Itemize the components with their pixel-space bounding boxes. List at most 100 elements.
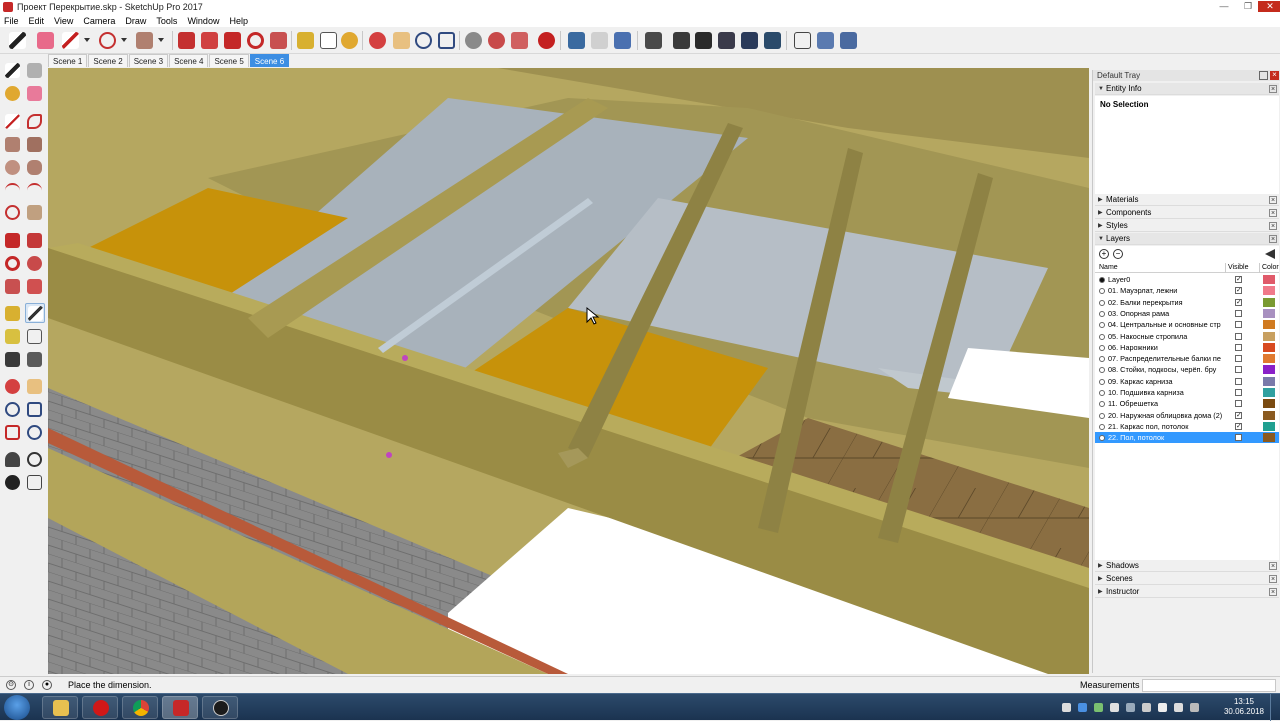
tray-network-icon[interactable] (1174, 703, 1183, 712)
taskbar-sketchup[interactable] (162, 696, 198, 719)
info-icon[interactable]: i (24, 680, 34, 690)
layer-color-swatch[interactable] (1263, 354, 1275, 364)
pan-tool-icon[interactable] (393, 32, 410, 49)
tray-volume-icon[interactable] (1158, 703, 1167, 712)
layer-name[interactable]: 10. Подшивка карниза (1108, 387, 1222, 398)
layer-color-swatch[interactable] (1263, 320, 1275, 330)
visible-checkbox[interactable]: ✓ (1235, 422, 1242, 430)
layer-row[interactable]: 06. Нарожники (1095, 342, 1279, 353)
menu-tools[interactable]: Tools (156, 16, 177, 26)
layer-row[interactable]: 01. Мауэрлат, лежни ✓ (1095, 285, 1279, 296)
minimize-button[interactable]: — (1212, 1, 1236, 12)
layer-color-swatch[interactable] (1263, 421, 1275, 431)
dimension-tool-icon[interactable] (28, 306, 43, 321)
text-tool-icon[interactable] (27, 329, 42, 344)
layer-name[interactable]: 08. Стойки, подкосы, черёп. бру (1108, 364, 1222, 375)
extension-manager-icon[interactable] (538, 32, 555, 49)
top-view-icon[interactable] (817, 32, 834, 49)
three-point-arc-icon[interactable] (5, 205, 20, 220)
rectangle-tool-icon[interactable] (136, 32, 153, 49)
layer-row[interactable]: 05. Накосные стропила (1095, 331, 1279, 342)
system-clock[interactable]: 13:15 30.06.2018 (1222, 697, 1266, 717)
layer-row[interactable]: 10. Подшивка карниза (1095, 387, 1279, 398)
push-pull-tool-icon[interactable] (27, 233, 42, 248)
layer-row[interactable]: 02. Балки перекрытия ✓ (1095, 297, 1279, 308)
visible-checkbox[interactable]: ✓ (1235, 276, 1242, 283)
pan-tool-icon[interactable] (27, 379, 42, 394)
active-layer-radio[interactable] (1099, 390, 1105, 396)
active-layer-radio[interactable] (1099, 344, 1105, 351)
active-layer-radio[interactable] (1099, 322, 1105, 329)
layer-color-swatch[interactable] (1263, 297, 1275, 307)
menu-help[interactable]: Help (229, 16, 248, 26)
xray-style-icon[interactable] (645, 32, 662, 49)
monochrome-style-icon[interactable] (764, 32, 781, 49)
visible-checkbox[interactable]: ✓ (1235, 298, 1242, 306)
active-layer-radio[interactable] (1099, 367, 1105, 374)
layer-color-swatch[interactable] (1263, 365, 1275, 375)
layer-row[interactable]: Layer0 ✓ (1095, 274, 1279, 285)
layer-row[interactable]: 21. Каркас пол, потолок ✓ (1095, 421, 1279, 432)
layer-name[interactable]: 03. Опорная рама (1108, 308, 1222, 319)
layer-row[interactable]: 07. Распределительные балки пе (1095, 353, 1279, 364)
close-icon[interactable]: × (1269, 222, 1277, 230)
active-layer-radio[interactable] (1099, 423, 1105, 430)
column-name[interactable]: Name (1099, 263, 1118, 273)
layer-name[interactable]: 04. Центральные и основные стр (1108, 319, 1222, 330)
previous-view-icon[interactable] (27, 425, 42, 440)
active-layer-radio[interactable] (1099, 412, 1105, 419)
visible-checkbox[interactable] (1235, 309, 1242, 317)
entity-info-header[interactable]: ▼ Entity Info × (1095, 83, 1279, 95)
layer-row[interactable]: 09. Каркас карниза (1095, 376, 1279, 387)
orbit-tool-icon[interactable] (5, 379, 20, 394)
layer-color-swatch[interactable] (1263, 331, 1275, 341)
rectangle-tool-icon[interactable] (5, 137, 20, 152)
active-layer-radio[interactable] (1099, 333, 1105, 340)
visible-checkbox[interactable] (1235, 332, 1242, 340)
rotate-tool-icon[interactable] (247, 32, 264, 49)
tab-scene-4[interactable]: Scene 4 (169, 54, 209, 67)
visible-checkbox[interactable] (1235, 377, 1242, 385)
extension-warehouse-icon[interactable] (488, 32, 505, 49)
3d-text-icon[interactable] (27, 352, 42, 367)
layer-color-swatch[interactable] (1263, 376, 1275, 386)
tape-measure-icon[interactable] (5, 306, 20, 321)
column-visible[interactable]: Visible (1225, 263, 1249, 273)
visible-checkbox[interactable]: ✓ (1235, 287, 1242, 295)
layer-color-swatch[interactable] (1263, 433, 1275, 443)
layer-name[interactable]: Layer0 (1108, 274, 1222, 285)
active-layer-radio[interactable] (1099, 401, 1105, 408)
close-icon[interactable]: × (1269, 562, 1277, 570)
chevron-down-icon[interactable] (158, 38, 164, 42)
tray-app-icon[interactable] (1110, 703, 1119, 712)
axes-tool-icon[interactable] (5, 352, 20, 367)
follow-me-tool-icon[interactable] (27, 256, 42, 271)
position-camera-icon[interactable] (5, 452, 20, 467)
tray-app-icon[interactable] (1078, 703, 1087, 712)
visible-checkbox[interactable] (1235, 343, 1242, 351)
tab-scene-5[interactable]: Scene 5 (209, 54, 249, 67)
select-tool-icon[interactable] (9, 32, 26, 49)
windows-start-icon[interactable] (4, 695, 30, 720)
layer-name[interactable]: 11. Обрешетка (1108, 398, 1222, 409)
active-layer-radio[interactable] (1099, 310, 1105, 317)
eraser-tool-icon[interactable] (27, 86, 42, 101)
details-arrow-icon[interactable] (1265, 249, 1275, 259)
taskbar-opera[interactable] (82, 696, 118, 719)
move-tool-icon[interactable] (5, 233, 20, 248)
rotate-tool-icon[interactable] (5, 256, 20, 271)
section-display-icon[interactable] (614, 32, 631, 49)
layer-name[interactable]: 22. Пол, потолок (1108, 432, 1222, 443)
layer-row[interactable]: 04. Центральные и основные стр (1095, 319, 1279, 330)
close-icon[interactable]: × (1269, 588, 1277, 596)
paint-bucket-icon[interactable] (5, 86, 20, 101)
scale-tool-icon[interactable] (5, 279, 20, 294)
active-layer-radio[interactable] (1099, 299, 1105, 306)
visible-checkbox[interactable] (1235, 434, 1242, 442)
model-viewport[interactable] (48, 68, 1089, 674)
visible-checkbox[interactable]: ✓ (1235, 411, 1242, 419)
visible-checkbox[interactable] (1235, 355, 1242, 363)
hidden-line-style-icon[interactable] (695, 32, 712, 49)
tray-app-icon[interactable] (1142, 703, 1151, 712)
move-tool-icon[interactable] (224, 32, 241, 49)
